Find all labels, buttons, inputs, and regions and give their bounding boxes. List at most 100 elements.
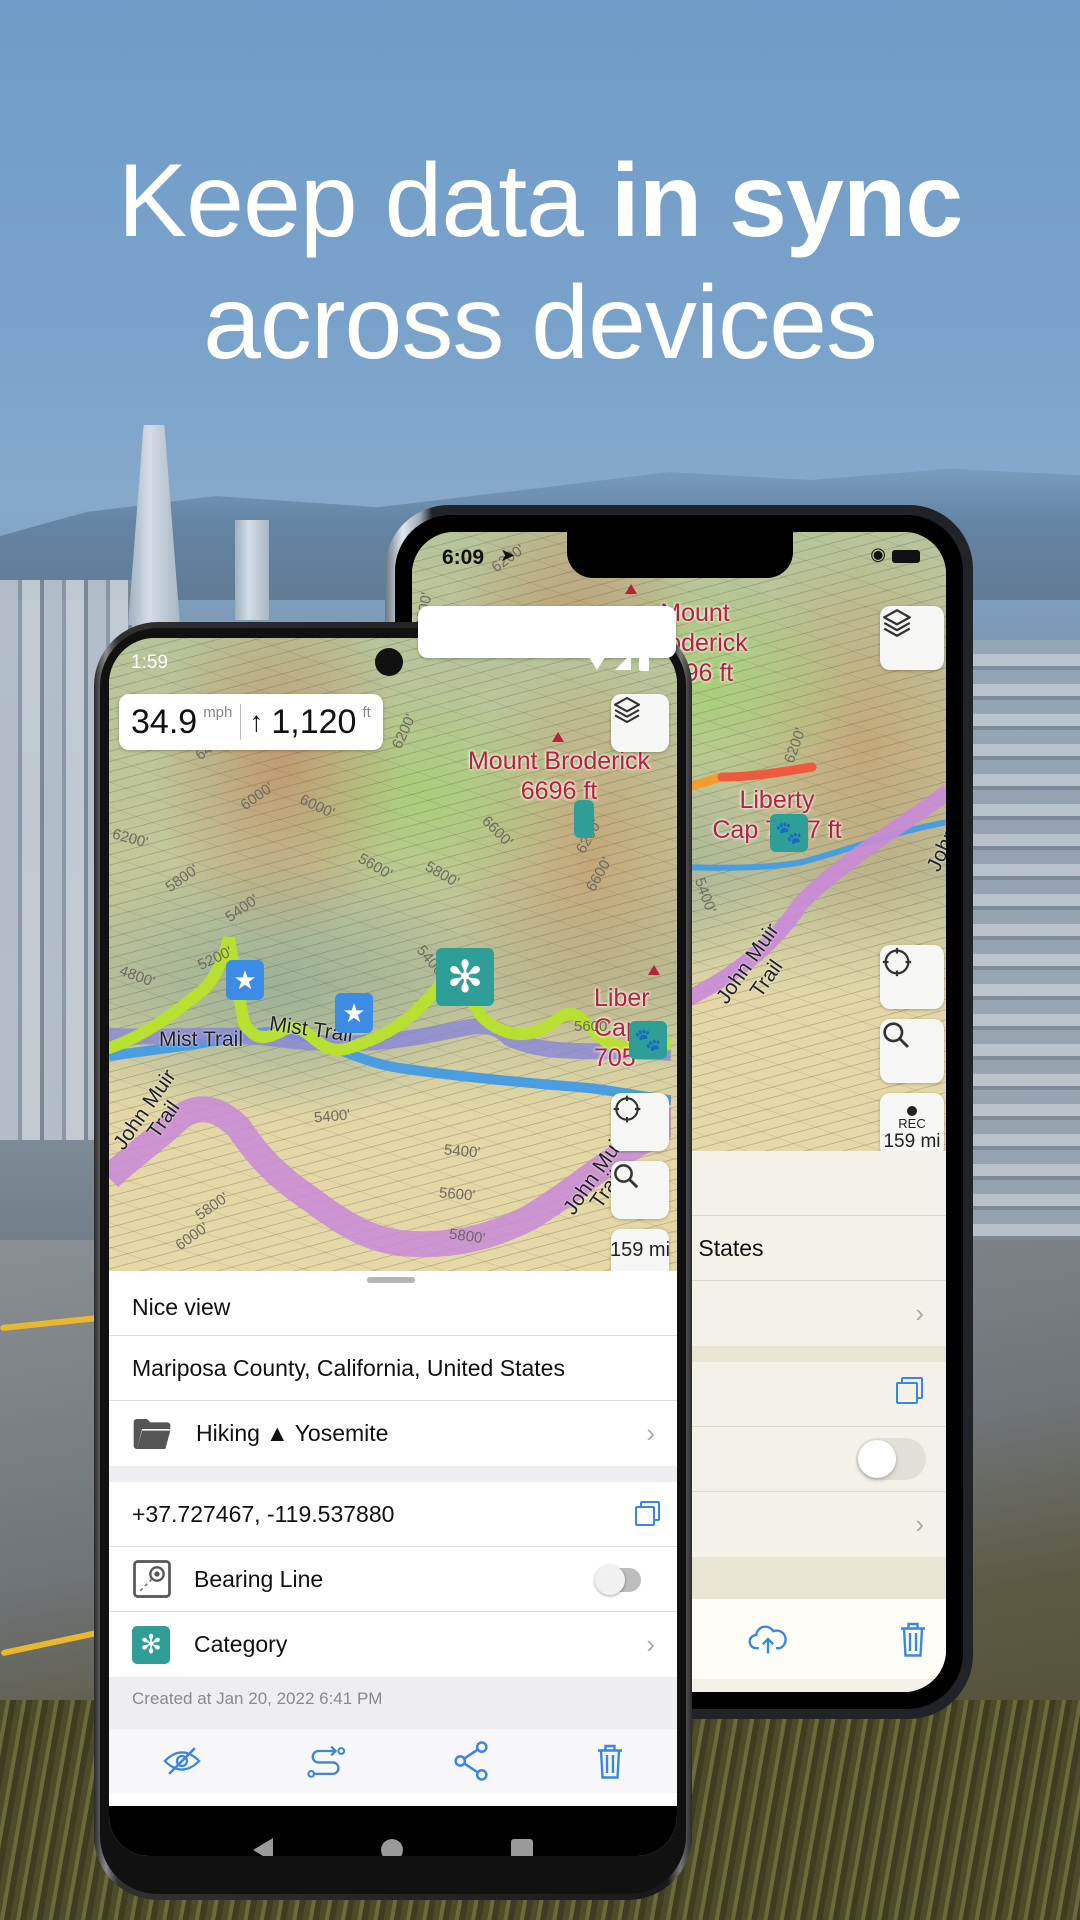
trash-icon[interactable]	[898, 1621, 928, 1657]
iphone-locate-button[interactable]	[880, 945, 944, 1009]
crosshair-icon	[613, 1095, 641, 1123]
waypoint-coordinates: +37.727467, -119.537880	[132, 1500, 395, 1527]
android-peak-mount-broderick: Mount Broderick 6696 ft	[464, 746, 654, 806]
location-arrow-icon: ➤	[500, 545, 516, 565]
iphone-layers-button[interactable]	[880, 606, 944, 670]
background-tower	[235, 520, 269, 620]
background-tower	[128, 425, 180, 625]
cloud-upload-icon[interactable]	[748, 1622, 788, 1656]
android-toolbar	[109, 1729, 677, 1793]
elevation-value: 1,120	[271, 702, 357, 741]
iphone-notch	[567, 532, 793, 578]
waypoint-title: Nice view	[132, 1293, 231, 1320]
android-row-category[interactable]: ✻ Category ›	[109, 1612, 677, 1677]
elevation-label: 5600'	[438, 1184, 476, 1205]
iphone-status-time: 6:09	[442, 546, 485, 569]
chevron-right-icon: ›	[915, 1509, 924, 1539]
home-icon[interactable]	[381, 1839, 403, 1856]
android-map-marker-star[interactable]: ★	[226, 960, 264, 1000]
android-row-folder[interactable]: Hiking ▲ Yosemite ›	[109, 1401, 677, 1466]
elevation-label: 5600'	[574, 1018, 611, 1035]
android-map-marker-paw[interactable]: 🐾	[629, 1021, 667, 1059]
android-row-coordinates[interactable]: +37.727467, -119.537880	[109, 1482, 677, 1547]
iphone-bearing-toggle[interactable]	[856, 1438, 926, 1480]
android-distance: 159 mi	[609, 1239, 671, 1261]
speed-unit: mph	[203, 704, 233, 721]
android-map[interactable]: 1:59 34.9 mph ↑ 1,120 ft Mount Broderick	[109, 638, 677, 1271]
folder-name: Yosemite	[294, 1420, 389, 1446]
peak-marker-icon	[648, 965, 660, 975]
section-gap	[109, 1466, 677, 1482]
android-map-marker-star[interactable]: ★	[335, 993, 373, 1033]
android-nav-bar	[109, 1806, 677, 1856]
created-text: Created at Jan 20, 2022 6:41 PM	[132, 1689, 383, 1708]
eye-hidden-icon[interactable]	[162, 1745, 202, 1777]
bearing-line-icon	[133, 1560, 171, 1598]
search-icon	[614, 1164, 639, 1189]
android-device: 1:59 34.9 mph ↑ 1,120 ft Mount Broderick	[94, 622, 692, 1900]
android-status-time: 1:59	[131, 652, 168, 673]
iphone-distance: 159 mi	[883, 1130, 941, 1152]
android-record-button[interactable]: 159 mi	[609, 1229, 671, 1271]
peak-name: Liberty	[739, 786, 815, 814]
elevation-arrow-icon: ↑	[249, 706, 264, 737]
battery-icon	[639, 652, 649, 671]
layers-icon	[883, 609, 911, 637]
battery-icon	[892, 550, 920, 563]
recents-icon[interactable]	[511, 1839, 533, 1856]
iphone-map-marker-paw[interactable]: 🐾	[770, 814, 808, 852]
iphone-record-button[interactable]: REC 159 mi	[880, 1093, 944, 1151]
iphone-map-marker-partial[interactable]	[574, 800, 594, 838]
chevron-right-icon: ›	[646, 1418, 655, 1448]
android-layers-button[interactable]	[611, 694, 669, 752]
trash-icon[interactable]	[595, 1742, 625, 1780]
android-row-address[interactable]: Mariposa County, California, United Stat…	[109, 1336, 677, 1401]
route-icon[interactable]	[306, 1743, 347, 1779]
peak-elevation: 6696 ft	[520, 777, 598, 805]
copy-icon[interactable]	[635, 1506, 655, 1526]
category-marker-icon: ✻	[132, 1625, 170, 1664]
folder-label: Hiking	[196, 1420, 260, 1446]
bearing-line-label: Bearing Line	[194, 1565, 324, 1592]
android-trail-label: Mist Trail	[159, 1028, 243, 1051]
back-icon[interactable]	[253, 1838, 273, 1856]
android-created-note: Created at Jan 20, 2022 6:41 PM	[109, 1677, 677, 1729]
record-dot-icon	[907, 1105, 917, 1116]
elevation-unit: ft	[362, 704, 371, 721]
headline-bold: in sync	[610, 143, 963, 259]
android-status-bar: 1:59	[109, 638, 677, 682]
peak-name: Liber	[594, 984, 650, 1012]
peak-marker-icon	[625, 584, 637, 594]
android-speed-panel: 34.9 mph ↑ 1,120 ft	[119, 694, 383, 750]
android-row-title[interactable]: Nice view	[109, 1271, 677, 1336]
android-locate-button[interactable]	[611, 1093, 669, 1151]
folder-icon	[133, 1418, 171, 1449]
speed-value: 34.9	[131, 702, 198, 741]
rec-label: REC	[898, 1115, 926, 1131]
peak-marker-icon	[552, 732, 564, 742]
android-detail-sheet: Nice view Mariposa County, California, U…	[109, 1271, 677, 1793]
divider	[240, 704, 242, 740]
crosshair-icon	[882, 947, 912, 977]
android-map-marker-selected[interactable]: ✻	[436, 948, 494, 1006]
iphone-search-button[interactable]	[880, 1019, 944, 1083]
wifi-icon: ◉	[870, 544, 886, 564]
camera-hole	[375, 648, 403, 676]
search-icon	[883, 1022, 910, 1049]
share-icon[interactable]	[452, 1741, 490, 1781]
copy-icon[interactable]	[896, 1382, 918, 1404]
elevation-label: 5400'	[313, 1106, 351, 1127]
chevron-right-icon: ›	[915, 1298, 924, 1328]
layers-icon	[613, 696, 641, 724]
wifi-icon	[587, 654, 607, 670]
android-search-button[interactable]	[611, 1161, 669, 1219]
headline-regular: Keep data	[117, 143, 611, 259]
bearing-line-toggle[interactable]	[595, 1565, 641, 1595]
signal-icon	[615, 654, 631, 670]
elevation-label: 5400'	[443, 1141, 481, 1162]
android-row-bearing-line[interactable]: Bearing Line	[109, 1547, 677, 1612]
chevron-right-icon: ›	[646, 1629, 655, 1659]
headline: Keep data in sync across devices	[0, 140, 1080, 384]
waypoint-address: Mariposa County, California, United Stat…	[132, 1354, 565, 1381]
folder-separator-icon: ▲	[265, 1420, 289, 1446]
